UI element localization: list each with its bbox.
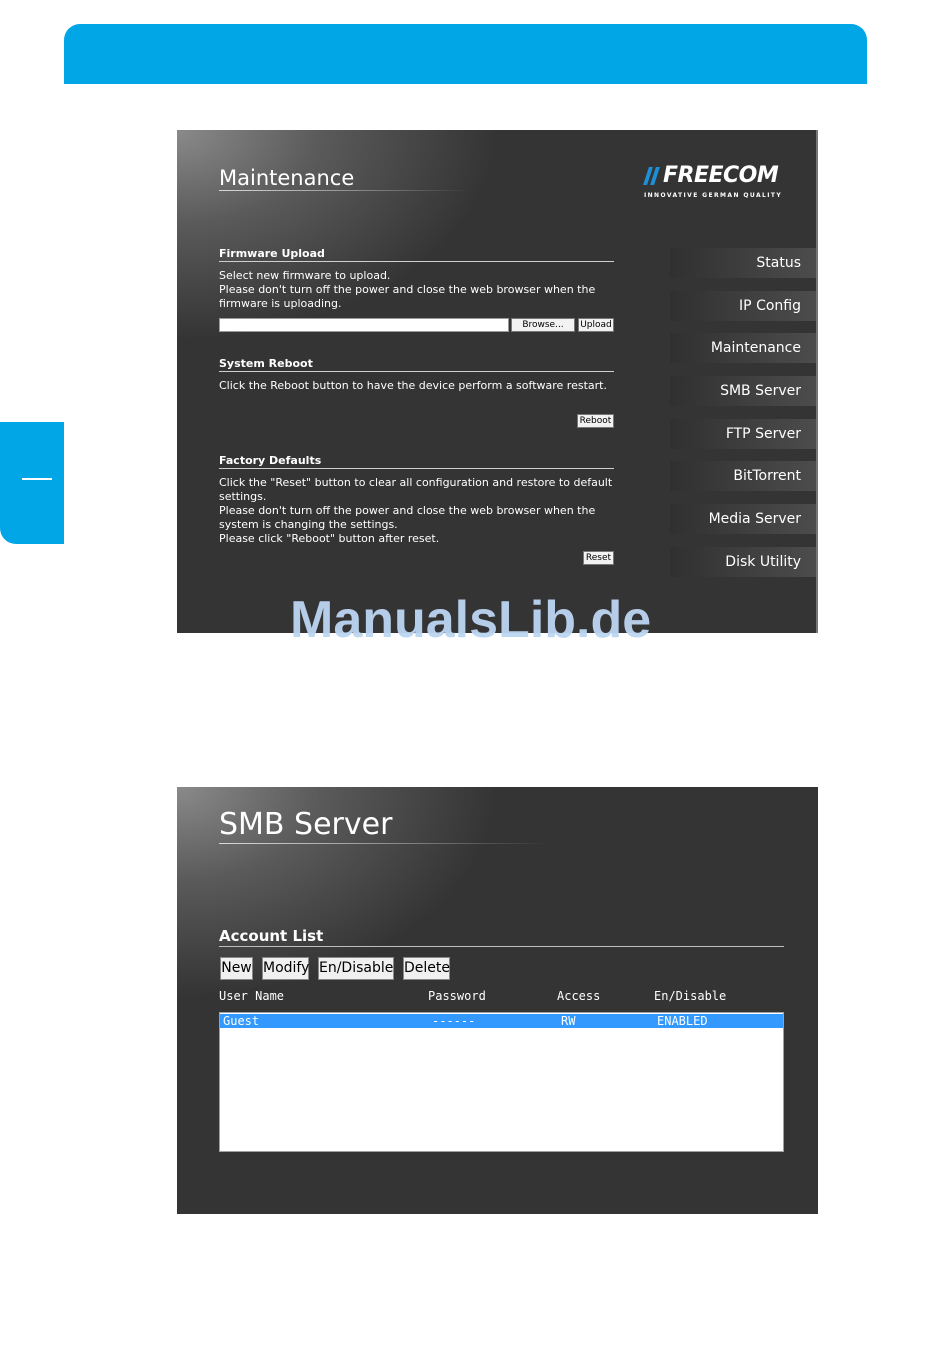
firmware-upload-title: Firmware Upload (219, 247, 614, 262)
column-access: Access (557, 989, 601, 1003)
upload-button[interactable]: Upload (578, 318, 614, 332)
chapter-side-tab (0, 422, 64, 544)
freecom-logo: FREECOM INNOVATIVE GERMAN QUALITY (643, 163, 783, 206)
firmware-file-row: Browse... Upload (219, 318, 614, 333)
system-reboot-title: System Reboot (219, 357, 614, 372)
factory-defaults-line1: Click the "Reset" button to clear all co… (219, 476, 613, 503)
factory-defaults-line2: Please don't turn off the power and clos… (219, 504, 596, 531)
browse-button[interactable]: Browse... (511, 318, 575, 332)
modify-account-button[interactable]: Modify (262, 957, 309, 980)
factory-defaults-line3: Please click "Reboot" button after reset… (219, 532, 440, 545)
column-endisable: En/Disable (654, 989, 727, 1003)
nav-item-status[interactable]: Status (670, 248, 816, 278)
column-password: Password (428, 989, 486, 1003)
nav-item-smb-server[interactable]: SMB Server (670, 376, 816, 407)
cell-status: ENABLED (657, 1014, 708, 1028)
factory-defaults-title: Factory Defaults (219, 454, 614, 469)
account-list-title: Account List (219, 927, 784, 947)
new-account-button[interactable]: New (220, 957, 253, 980)
table-row[interactable]: Guest ------ RW ENABLED (220, 1014, 783, 1028)
firmware-upload-text: Select new firmware to upload. Please do… (219, 269, 614, 311)
page-title: Maintenance (219, 166, 355, 190)
title-underline (219, 190, 469, 191)
reboot-button[interactable]: Reboot (577, 414, 614, 428)
system-reboot-text: Click the Reboot button to have the devi… (219, 379, 607, 392)
cell-password: ------ (432, 1014, 476, 1028)
maintenance-screenshot: Maintenance FREECOM INNOVATIVE GERMAN QU… (177, 130, 818, 633)
firmware-file-input[interactable] (219, 318, 509, 332)
top-banner (64, 24, 867, 84)
firmware-upload-line1: Select new firmware to upload. (219, 269, 391, 282)
logo-tagline: INNOVATIVE GERMAN QUALITY (644, 192, 783, 199)
system-reboot-section: System Reboot Click the Reboot button to… (219, 357, 614, 393)
firmware-upload-line2: Please don't turn off the power and clos… (219, 283, 596, 310)
reset-button[interactable]: Reset (583, 551, 614, 565)
nav-item-ip-config[interactable]: IP Config (670, 290, 816, 321)
logo-brand: FREECOM (663, 163, 779, 188)
nav-item-disk-utility[interactable]: Disk Utility (670, 546, 816, 577)
delete-account-button[interactable]: Delete (403, 957, 450, 980)
factory-defaults-text: Click the "Reset" button to clear all co… (219, 476, 614, 546)
title-underline (219, 843, 549, 844)
nav-item-maintenance[interactable]: Maintenance (670, 333, 816, 364)
screenshot-edge (816, 130, 818, 633)
smb-server-screenshot: SMB Server Account List New Modify En/Di… (177, 787, 818, 1214)
watermark: ManualsLib.de (290, 591, 652, 649)
page-title: SMB Server (219, 807, 393, 842)
nav-item-media-server[interactable]: Media Server (670, 504, 816, 535)
chapter-dash (22, 478, 52, 480)
factory-defaults-section: Factory Defaults Click the "Reset" butto… (219, 454, 614, 546)
cell-user-name: Guest (223, 1014, 260, 1028)
endisable-account-button[interactable]: En/Disable (318, 957, 394, 980)
firmware-upload-section: Firmware Upload Select new firmware to u… (219, 247, 614, 311)
account-list-table[interactable]: Guest ------ RW ENABLED (219, 1012, 784, 1152)
nav-item-ftp-server[interactable]: FTP Server (670, 418, 816, 449)
column-user-name: User Name (219, 989, 285, 1003)
nav-item-bittorrent[interactable]: BitTorrent (670, 461, 816, 492)
logo-slash-icon (643, 167, 660, 185)
cell-access: RW (561, 1014, 576, 1028)
side-nav: Status IP Config Maintenance SMB Server … (670, 248, 816, 590)
